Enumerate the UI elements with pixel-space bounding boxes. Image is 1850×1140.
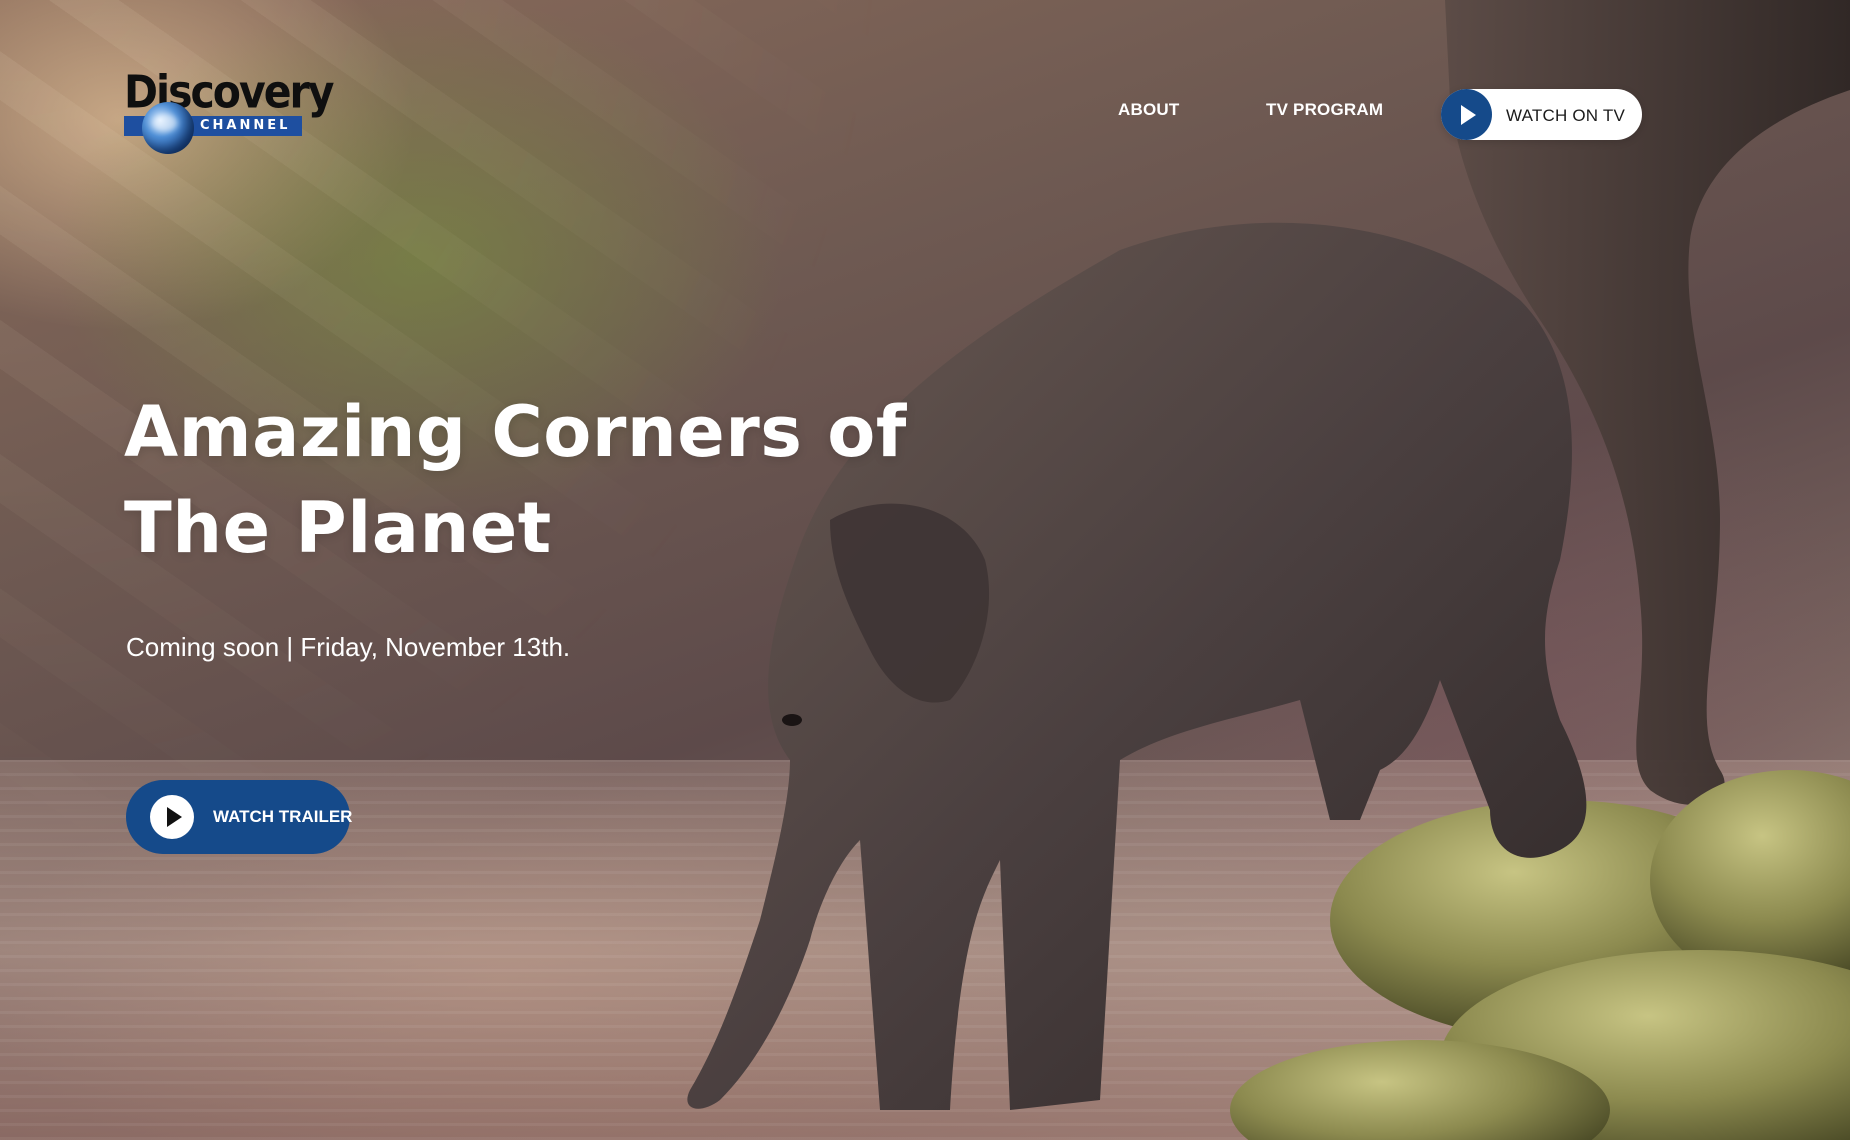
hero-title: Amazing Corners of The Planet [124, 384, 944, 576]
hero-title-line2: The Planet [124, 487, 552, 569]
discovery-channel-logo[interactable]: Discovery CHANNEL [124, 69, 334, 160]
hero-subtitle: Coming soon | Friday, November 13th. [126, 632, 571, 662]
play-triangle [167, 807, 182, 827]
nav-link-tv-program[interactable]: TV PROGRAM [1266, 100, 1383, 120]
elephant-eye [782, 714, 802, 726]
logo-channel-text: CHANNEL [200, 118, 291, 133]
globe-icon [142, 102, 194, 154]
play-triangle [1461, 105, 1476, 125]
watch-trailer-label: WATCH TRAILER [213, 807, 353, 826]
watch-on-tv-button[interactable]: WATCH ON TV [1441, 89, 1642, 140]
nav-link-about[interactable]: ABOUT [1118, 100, 1179, 120]
play-icon [1441, 89, 1492, 140]
watch-trailer-button[interactable]: WATCH TRAILER [126, 780, 353, 854]
hero-title-line1: Amazing Corners of [124, 391, 907, 473]
hero-section: Discovery CHANNEL ABOUT TV PROGRAM WATCH… [0, 0, 1850, 1140]
watch-on-tv-label: WATCH ON TV [1506, 106, 1625, 125]
